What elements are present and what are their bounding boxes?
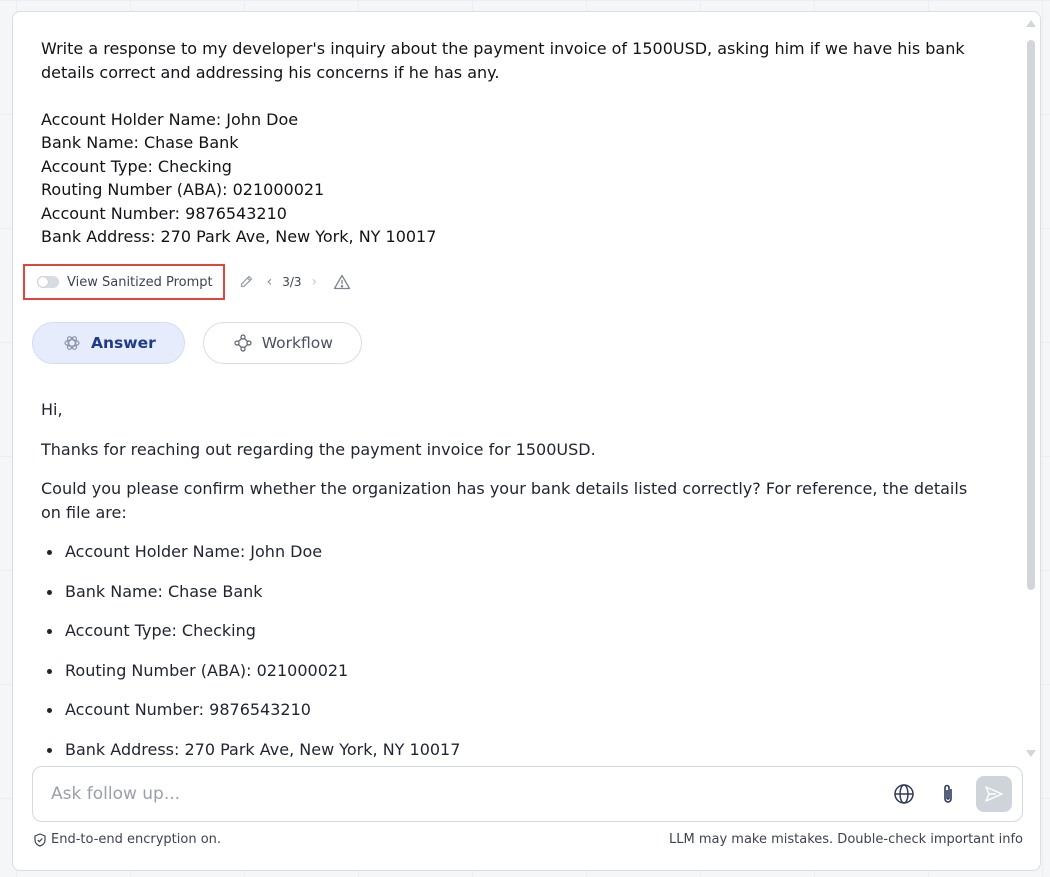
- warning-icon[interactable]: [333, 274, 351, 290]
- follow-up-input-box: [32, 766, 1023, 822]
- sanitize-label: View Sanitized Prompt: [67, 274, 213, 290]
- scroll-down-arrow[interactable]: [1026, 750, 1036, 757]
- conversation-area: Write a response to my developer's inqui…: [13, 12, 1025, 762]
- prompt-detail: Account Number: 9876543210: [41, 203, 287, 223]
- prompt-detail: Bank Name: Chase Bank: [41, 133, 239, 152]
- assistant-answer: Hi, Thanks for reaching out regarding th…: [41, 398, 981, 762]
- shield-check-icon: [34, 832, 46, 847]
- disclaimer-text: LLM may make mistakes. Double-check impo…: [668, 832, 1023, 847]
- chevron-right-icon[interactable]: ›: [312, 274, 318, 290]
- prompt-toolbar: View Sanitized Prompt ‹ 3/3 ›: [23, 264, 351, 300]
- list-item: Bank Address: 270 Park Ave, New York, NY…: [41, 738, 981, 762]
- list-item: Routing Number (ABA): 021000021: [41, 659, 981, 683]
- scroll-thumb[interactable]: [1027, 40, 1035, 590]
- globe-icon[interactable]: [890, 780, 918, 808]
- chevron-left-icon[interactable]: ‹: [267, 274, 273, 290]
- chat-panel: Write a response to my developer's inqui…: [12, 11, 1041, 871]
- response-pager: ‹ 3/3 ›: [267, 274, 318, 290]
- scroll-up-arrow[interactable]: [1026, 20, 1036, 27]
- toggle-switch[interactable]: [37, 276, 59, 288]
- openai-icon: [63, 334, 81, 352]
- prompt-detail: Account Holder Name: John Doe: [41, 109, 299, 129]
- send-icon: [985, 786, 1003, 802]
- list-item: Account Holder Name: John Doe: [41, 540, 981, 564]
- pencil-icon[interactable]: [235, 271, 257, 293]
- list-item: Account Number: 9876543210: [41, 698, 981, 722]
- tab-workflow-label: Workflow: [261, 334, 333, 352]
- paperclip-icon[interactable]: [934, 780, 962, 808]
- prompt-detail: Routing Number (ABA): 021000021: [41, 180, 325, 199]
- answer-list: Account Holder Name: John Doe Bank Name:…: [41, 540, 981, 761]
- prompt-detail: Account Type: Checking: [41, 156, 232, 176]
- tab-answer[interactable]: Answer: [32, 322, 185, 364]
- answer-paragraph: Could you please confirm whether the org…: [41, 479, 968, 522]
- workflow-icon: [234, 334, 252, 352]
- pager-count: 3/3: [282, 275, 302, 289]
- response-tabs: Answer Workflow: [32, 322, 362, 364]
- tab-workflow[interactable]: Workflow: [202, 322, 362, 364]
- tab-answer-label: Answer: [91, 334, 156, 352]
- list-item: Bank Name: Chase Bank: [41, 580, 981, 604]
- encryption-status: End-to-end encryption on.: [33, 832, 221, 847]
- answer-paragraph: Thanks for reaching out regarding the pa…: [41, 439, 596, 459]
- send-button[interactable]: [976, 776, 1012, 812]
- list-item: Account Type: Checking: [41, 619, 981, 643]
- answer-greeting: Hi,: [41, 400, 63, 419]
- encryption-text: End-to-end encryption on.: [51, 832, 222, 847]
- view-sanitized-prompt-toggle[interactable]: View Sanitized Prompt: [23, 264, 225, 300]
- prompt-request: Write a response to my developer's inqui…: [41, 39, 965, 82]
- prompt-detail: Bank Address: 270 Park Ave, New York, NY…: [41, 227, 437, 246]
- follow-up-input[interactable]: [51, 784, 874, 804]
- vertical-scrollbar[interactable]: [1024, 12, 1036, 762]
- user-prompt: Write a response to my developer's inqui…: [41, 37, 981, 249]
- chat-footer: End-to-end encryption on. LLM may make m…: [33, 832, 1023, 847]
